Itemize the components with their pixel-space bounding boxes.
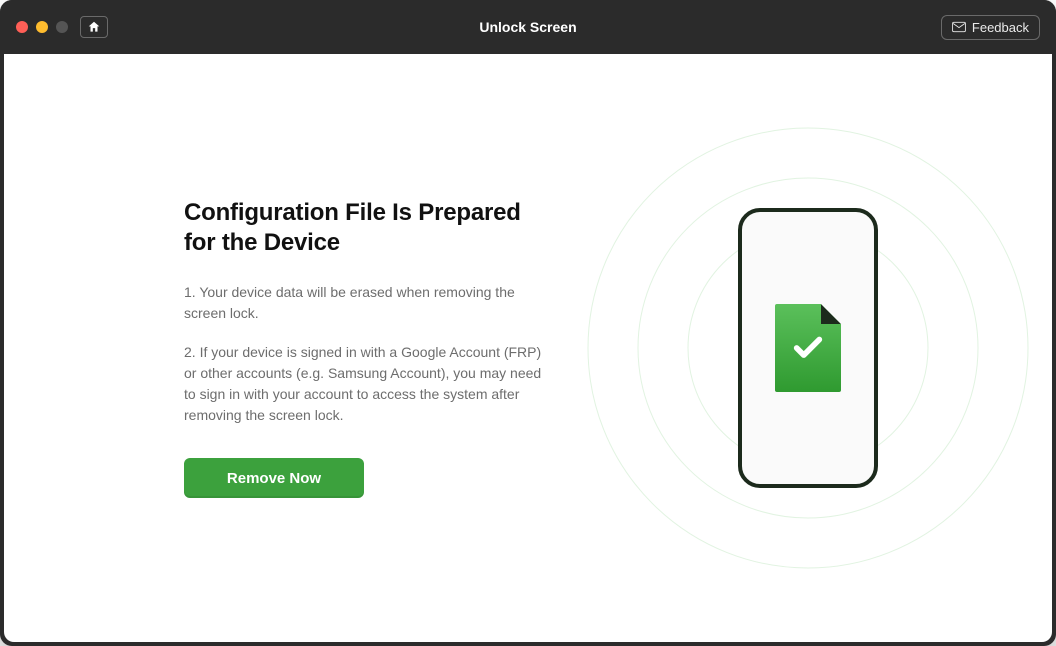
home-button[interactable] xyxy=(80,16,108,38)
window-controls xyxy=(16,21,68,33)
app-window: Unlock Screen Feedback Configuration Fil… xyxy=(0,0,1056,646)
window-title: Unlock Screen xyxy=(0,19,1056,35)
page-heading: Configuration File Is Prepared for the D… xyxy=(184,198,544,258)
content-area: Configuration File Is Prepared for the D… xyxy=(4,54,1052,642)
window-minimize-button[interactable] xyxy=(36,21,48,33)
illustration xyxy=(624,208,992,488)
file-icon xyxy=(775,304,841,392)
phone-illustration xyxy=(738,208,878,488)
checkmark-icon xyxy=(791,331,825,365)
info-paragraph-1: 1. Your device data will be erased when … xyxy=(184,282,544,324)
text-column: Configuration File Is Prepared for the D… xyxy=(184,198,544,498)
info-paragraph-2: 2. If your device is signed in with a Go… xyxy=(184,342,544,426)
mail-icon xyxy=(952,21,966,33)
feedback-label: Feedback xyxy=(972,20,1029,35)
window-close-button[interactable] xyxy=(16,21,28,33)
window-zoom-button[interactable] xyxy=(56,21,68,33)
feedback-button[interactable]: Feedback xyxy=(941,15,1040,40)
home-icon xyxy=(87,20,101,34)
titlebar: Unlock Screen Feedback xyxy=(0,0,1056,54)
remove-now-button[interactable]: Remove Now xyxy=(184,458,364,498)
